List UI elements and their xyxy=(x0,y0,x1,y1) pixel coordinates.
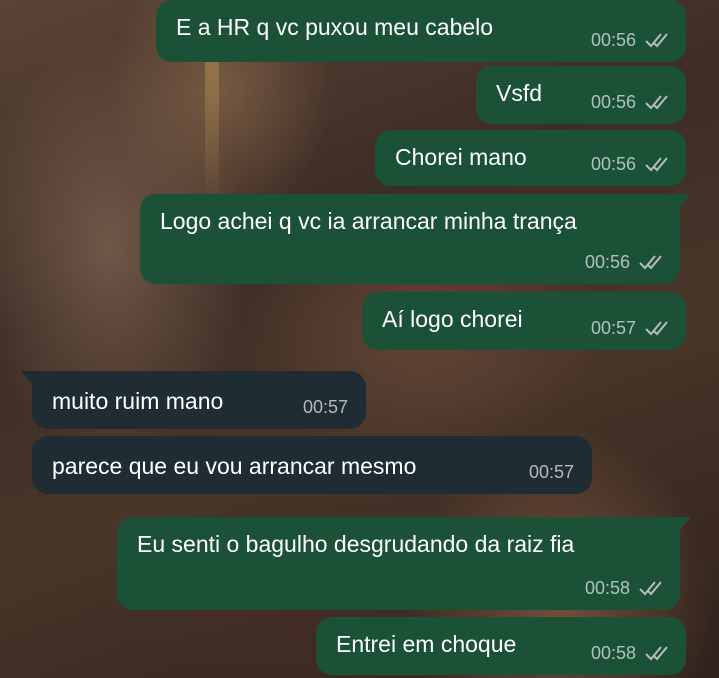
message-meta: 00:56 xyxy=(591,26,672,54)
message-meta: 00:56 xyxy=(585,248,666,276)
message-meta: 00:57 xyxy=(591,314,672,342)
double-check-icon xyxy=(639,255,662,270)
outgoing-message[interactable]: Eu senti o bagulho desgrudando da raiz f… xyxy=(117,517,691,610)
message-text: Logo achei q vc ia arrancar minha trança xyxy=(160,208,577,234)
message-meta: 00:56 xyxy=(591,88,672,116)
incoming-message[interactable]: parece que eu vou arrancar mesmo 00:57 xyxy=(32,436,592,494)
outgoing-message[interactable]: Chorei mano 00:56 xyxy=(375,130,686,186)
message-meta: 00:58 xyxy=(591,639,672,667)
incoming-message[interactable]: muito ruim mano 00:57 xyxy=(21,371,366,429)
message-meta: 00:57 xyxy=(303,393,348,421)
message-time: 00:57 xyxy=(590,318,636,338)
message-text: E a HR q vc puxou meu cabelo xyxy=(176,14,494,40)
message-text: Aí logo chorei xyxy=(382,306,523,332)
message-text: Eu senti o bagulho desgrudando da raiz f… xyxy=(137,531,575,557)
double-check-icon xyxy=(645,646,668,661)
message-time: 00:56 xyxy=(590,92,636,112)
message-text: Vsfd xyxy=(496,80,543,106)
message-meta: 00:58 xyxy=(585,574,666,602)
outgoing-message[interactable]: Aí logo chorei 00:57 xyxy=(362,292,686,350)
double-check-icon xyxy=(645,33,668,48)
message-time: 00:58 xyxy=(590,643,636,663)
message-time: 00:56 xyxy=(590,30,636,50)
double-check-icon xyxy=(645,321,668,336)
message-list[interactable]: E a HR q vc puxou meu cabelo 00:56 Vsfd … xyxy=(0,0,719,678)
message-meta: 00:57 xyxy=(529,458,574,486)
message-time: 00:57 xyxy=(528,462,574,482)
message-time: 00:56 xyxy=(590,154,636,174)
message-meta: 00:56 xyxy=(591,150,672,178)
message-time: 00:56 xyxy=(584,252,630,272)
outgoing-message[interactable]: E a HR q vc puxou meu cabelo 00:56 xyxy=(156,0,686,62)
message-time: 00:58 xyxy=(584,578,630,598)
message-text: Chorei mano xyxy=(395,144,527,170)
outgoing-message[interactable]: Logo achei q vc ia arrancar minha trança… xyxy=(140,194,691,284)
message-text: muito ruim mano xyxy=(52,388,224,414)
double-check-icon xyxy=(645,157,668,172)
double-check-icon xyxy=(639,581,662,596)
outgoing-message[interactable]: Entrei em choque 00:58 xyxy=(316,617,686,675)
double-check-icon xyxy=(645,95,668,110)
message-text: Entrei em choque xyxy=(336,631,517,657)
outgoing-message[interactable]: Vsfd 00:56 xyxy=(476,66,686,124)
message-text: parece que eu vou arrancar mesmo xyxy=(52,453,417,479)
message-time: 00:57 xyxy=(302,397,348,417)
